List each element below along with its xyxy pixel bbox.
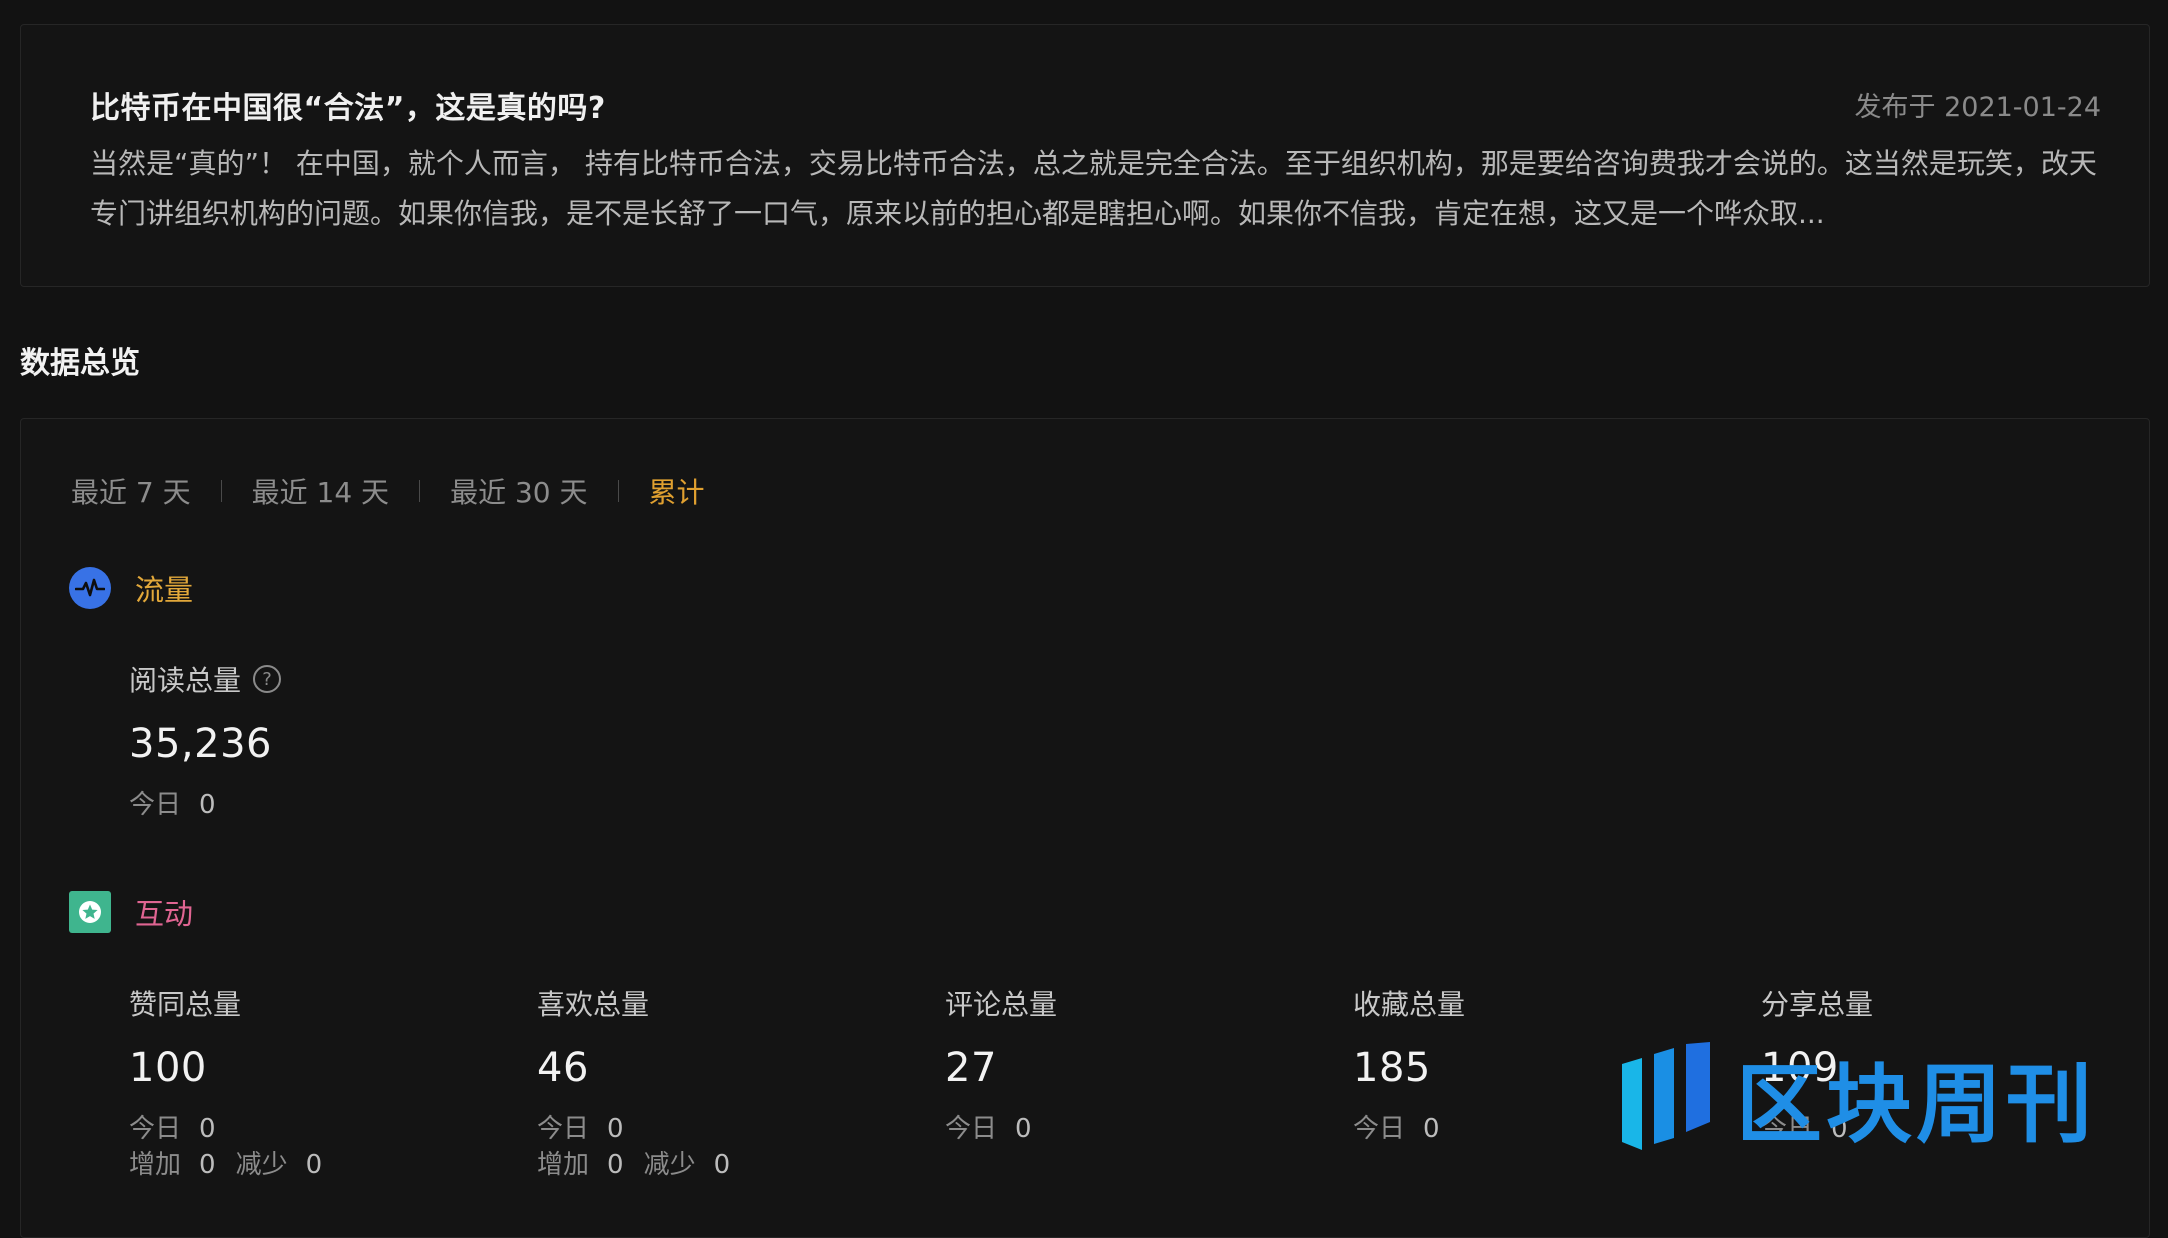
interaction-label: 互动 [135,897,194,931]
help-icon[interactable]: ? [253,665,282,693]
tab-cumulative[interactable]: 累计 [649,471,705,511]
metric-upvotes: 赞同总量 100 今日 0 增加 0 减少 0 [129,983,342,1183]
star-icon [69,891,111,933]
metric-value: 27 [945,1045,997,1091]
tab-last-7-days[interactable]: 最近 7 天 [71,471,191,511]
metric-value: 35,236 [129,721,272,767]
article-title[interactable]: 比特币在中国很“合法”，这是真的吗? [90,83,606,127]
metric-reads: 阅读总量 ? 35,236 今日 0 [129,659,282,823]
traffic-group-header: 流量 [69,567,193,609]
tab-last-30-days[interactable]: 最近 30 天 [450,471,587,511]
metric-today: 今日 0 [129,1114,216,1144]
metric-label: 收藏总量 [1353,988,1466,1021]
metric-label: 赞同总量 [129,988,242,1021]
overview-card: 最近 7 天 最近 14 天 最近 30 天 累计 流量 阅读总量 ? 35,2… [20,418,2150,1238]
metric-today: 今日 0 [1761,1114,1848,1144]
metric-value: 109 [1761,1045,1839,1091]
section-title: 数据总览 [20,346,140,381]
metric-value: 46 [537,1045,589,1091]
pulse-icon [69,567,111,609]
metric-value: 185 [1353,1045,1431,1091]
interaction-group-header: 互动 [69,891,193,933]
metric-label: 分享总量 [1761,988,1874,1021]
publish-date: 发布于 2021-01-24 [1854,92,2102,123]
metric-label: 喜欢总量 [537,988,650,1021]
metric-label: 阅读总量 [129,664,242,697]
metric-change: 增加 0 减少 0 [537,1150,731,1180]
article-card[interactable]: 比特币在中国很“合法”，这是真的吗? 发布于 2021-01-24 当然是“真的… [20,24,2150,287]
metric-likes: 喜欢总量 46 今日 0 增加 0 减少 0 [537,983,750,1183]
range-tabs: 最近 7 天 最近 14 天 最近 30 天 累计 [71,471,705,511]
metric-value: 100 [129,1045,207,1091]
metric-comments: 评论总量 27 今日 0 [945,983,1057,1147]
article-summary: 当然是“真的”！ 在中国，就个人而言， 持有比特币合法，交易比特币合法，总之就是… [90,147,2097,230]
metric-label: 评论总量 [945,988,1058,1021]
metric-favorites: 收藏总量 185 今日 0 [1353,983,1465,1147]
tab-divider [220,480,222,502]
tab-divider [617,480,619,502]
metric-today: 今日 0 [1353,1114,1440,1144]
metric-today: 今日 0 [537,1114,624,1144]
metric-change: 增加 0 减少 0 [129,1150,323,1180]
traffic-label: 流量 [135,573,194,607]
metric-today: 今日 0 [945,1114,1032,1144]
tab-divider [419,480,421,502]
tab-last-14-days[interactable]: 最近 14 天 [252,471,389,511]
metric-today: 今日 0 [129,790,216,820]
metric-shares: 分享总量 109 今日 0 [1761,983,1873,1147]
